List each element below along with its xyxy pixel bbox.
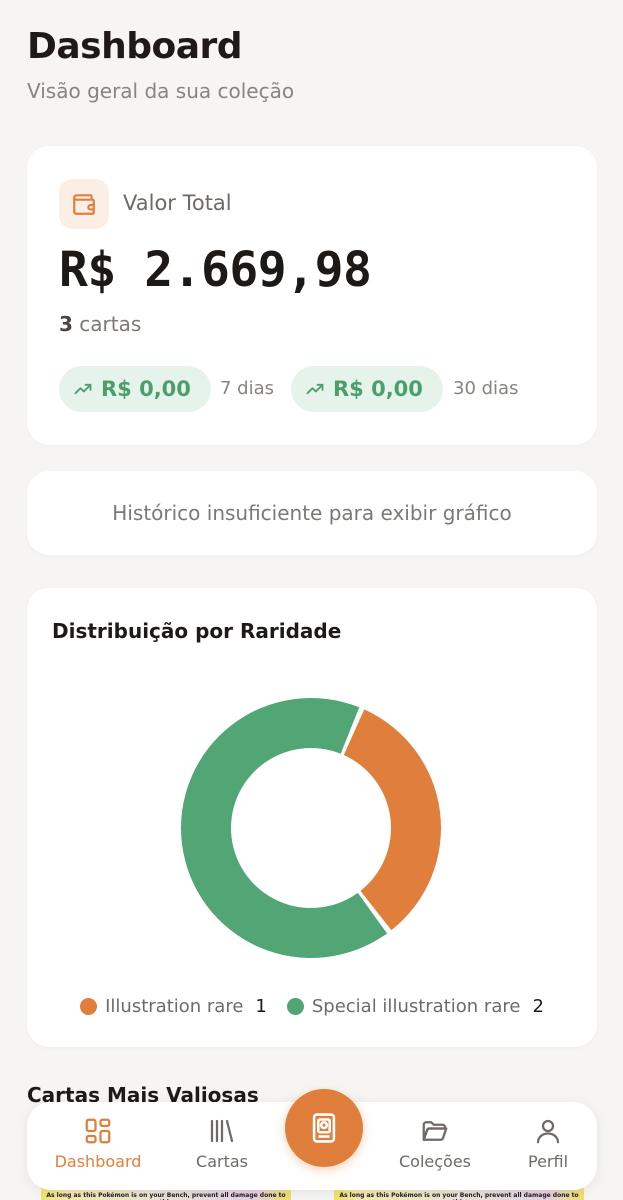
- top-card-snippet: As long as this Pokémon is on your Bench…: [46, 1192, 286, 1200]
- history-card: Histórico insuficiente para exibir gráfi…: [27, 471, 597, 555]
- rarity-card: Distribuição por Raridade Illustration r…: [27, 588, 597, 1047]
- cards-count: 3 cartas: [59, 312, 141, 336]
- top-card-snippet: As long as this Pokémon is on your Bench…: [339, 1192, 579, 1200]
- total-value-card: Valor Total R$ 2.669,98 3 cartas R$ 0,00…: [27, 146, 597, 445]
- change-7d-value: R$ 0,00: [101, 377, 191, 401]
- wallet-icon: [59, 179, 109, 229]
- change-7d-badge: R$ 0,00: [59, 366, 211, 412]
- folder-icon: [422, 1121, 448, 1141]
- nav-label-cartas: Cartas: [196, 1152, 248, 1171]
- nav-label-dashboard: Dashboard: [54, 1152, 142, 1171]
- legend-label: Special illustration rare: [311, 996, 521, 1017]
- rarity-legend: Illustration rare 1 Special illustration r…: [27, 996, 597, 1017]
- trending-up-icon: [74, 383, 92, 395]
- page-subtitle: Visão geral da sua coleção: [27, 79, 295, 103]
- change-7d-period: 7 dias: [220, 378, 275, 399]
- nav-item-colecoes[interactable]: Coleções: [380, 1116, 490, 1171]
- total-value-amount: R$ 2.669,98: [59, 242, 372, 298]
- legend-dot: [80, 998, 98, 1015]
- legend-count: 1: [255, 996, 267, 1017]
- trending-up-icon: [306, 383, 324, 395]
- legend-label: Illustration rare: [105, 996, 244, 1017]
- change-30d-value: R$ 0,00: [333, 377, 423, 401]
- cards-count-label: cartas: [72, 312, 142, 336]
- legend-dot: [286, 998, 304, 1015]
- user-icon: [536, 1119, 560, 1144]
- nav-item-perfil[interactable]: Perfil: [493, 1116, 603, 1171]
- cards-count-number: 3: [59, 312, 73, 336]
- legend-count: 2: [532, 996, 544, 1017]
- rarity-donut-chart: [181, 698, 442, 959]
- grid-icon: [85, 1118, 111, 1144]
- total-value-label: Valor Total: [123, 191, 232, 215]
- library-icon: [210, 1119, 234, 1143]
- nav-label-perfil: Perfil: [527, 1152, 569, 1171]
- change-30d-period: 30 dias: [453, 378, 519, 399]
- page-header: Dashboard Visão geral da sua coleção: [27, 26, 294, 103]
- page-title: Dashboard: [27, 26, 243, 67]
- change-30d-badge: R$ 0,00: [291, 366, 443, 412]
- legend-item: Special illustration rare 2: [286, 996, 544, 1017]
- legend-item: Illustration rare 1: [80, 996, 267, 1017]
- card-scan-icon: [312, 1113, 336, 1143]
- nav-item-dashboard[interactable]: Dashboard: [43, 1116, 153, 1171]
- dashboard-page: Dashboard Visão geral da sua coleção Val…: [0, 0, 623, 1200]
- history-empty-message: Histórico insuficiente para exibir gráfi…: [112, 501, 512, 525]
- nav-item-cartas[interactable]: Cartas: [167, 1116, 277, 1171]
- scan-card-button[interactable]: [285, 1089, 363, 1167]
- nav-label-colecoes: Coleções: [398, 1152, 471, 1171]
